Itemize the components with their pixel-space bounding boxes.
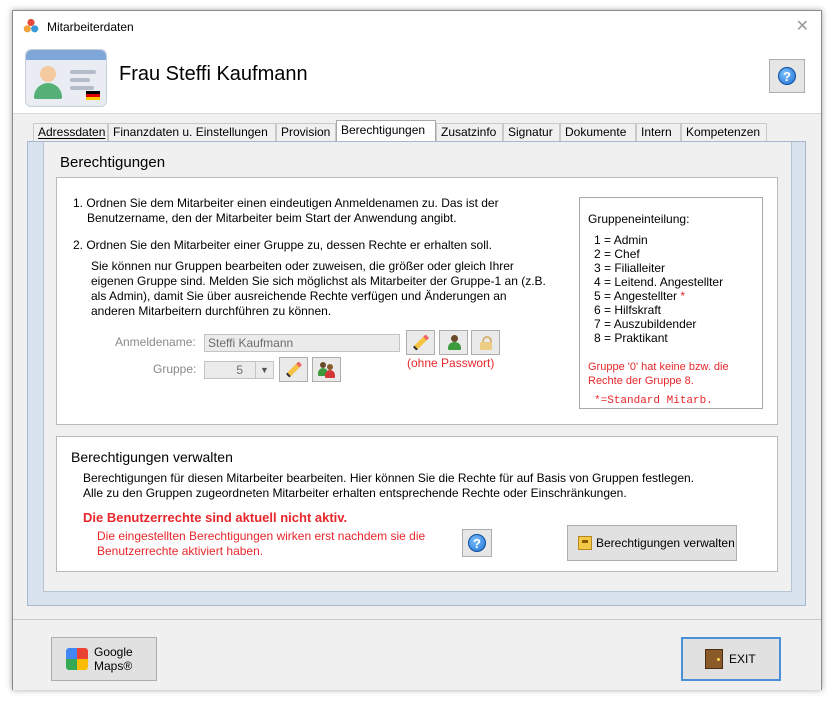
help-icon: ? [468,534,486,552]
tab-intern[interactable]: Intern [636,123,681,141]
note-line-1: Sie können nur Gruppen bearbeiten oder z… [91,259,514,273]
google-maps-button[interactable]: Google Maps® [51,637,157,681]
id-card-icon [25,49,107,107]
manage-title: Berechtigungen verwalten [71,449,233,465]
legend-item-3: 3 = Filialleiter [594,261,666,275]
title-bar: Mitarbeiterdaten ✕ [13,11,821,41]
legend-note-line1: Gruppe '0' hat keine bzw. die [588,361,729,373]
app-icon [23,18,39,33]
password-lock-button[interactable] [471,330,500,355]
close-icon[interactable]: ✕ [796,16,809,36]
rights-inactive-warning: Die Benutzerrechte sind aktuell nicht ak… [83,510,348,525]
legend-title: Gruppeneinteilung: [588,212,690,226]
german-flag-icon [86,91,100,100]
manage-permissions-button[interactable]: Berechtigungen verwalten [567,525,737,561]
tab-dokumente[interactable]: Dokumente [560,123,636,141]
legend-note-line2: Rechte der Gruppe 8. [588,375,694,387]
group-select-value: 5 [236,363,243,377]
pencil-icon [412,334,429,351]
login-name-input[interactable]: Steffi Kaufmann [204,334,400,352]
group-label: Gruppe: [153,362,197,376]
group-legend: Gruppeneinteilung: 1 = Admin 2 = Chef 3 … [579,197,763,409]
legend-item-2: 2 = Chef [594,247,640,261]
group-users-button[interactable] [312,357,341,382]
legend-item-7: 7 = Auszubildender [594,317,697,331]
legend-item-4: 4 = Leitend. Angestellter [594,275,724,289]
legend-item-8: 8 = Praktikant [594,331,668,345]
users-group-icon [317,361,336,378]
manage-permissions-group: Berechtigungen verwalten Berechtigungen … [56,436,778,572]
legend-item-5: 5 = Angestellter * [594,289,686,303]
tab-finanzdaten[interactable]: Finanzdaten u. Einstellungen [108,123,276,141]
legend-item-6: 6 = Hilfskraft [594,303,662,317]
warning-detail-line1: Die eingestellten Berechtigungen wirken … [97,529,426,543]
step2-text: 2. Ordnen Sie den Mitarbeiter einer Grup… [73,238,492,252]
google-maps-label-line2: Maps® [94,659,133,673]
edit-group-button[interactable] [279,357,308,382]
employee-name: Frau Steffi Kaufmann [119,63,308,85]
tab-zusatzinfo[interactable]: Zusatzinfo [436,123,503,141]
no-password-label: (ohne Passwort) [407,356,495,370]
exit-button[interactable]: EXIT [681,637,781,681]
exit-label: EXIT [729,652,756,666]
google-maps-icon [66,648,88,670]
window-title: Mitarbeiterdaten [47,20,134,34]
legend-item-1: 1 = Admin [594,233,648,247]
help-icon: ? [778,67,796,85]
tab-berechtigungen[interactable]: Berechtigungen [336,120,436,141]
employee-data-window: Mitarbeiterdaten ✕ Frau Steffi Kaufmann … [12,10,822,690]
user-icon [446,334,462,351]
login-label: Anmeldename: [115,335,196,349]
permissions-group: 1. Ordnen Sie dem Mitarbeiter einen eind… [56,177,778,425]
pencil-icon [285,361,302,378]
permissions-title: Berechtigungen [60,154,166,171]
note-line-2: eigenen Gruppe sind. Melden Sie sich mög… [91,274,546,288]
chevron-down-icon[interactable]: ▼ [255,362,273,378]
tab-adressdaten[interactable]: Adressdaten [33,123,108,141]
manage-help-button[interactable]: ? [462,529,492,557]
exit-door-icon [705,649,723,669]
warning-detail-line2: Benutzerrechte aktiviert haben. [97,544,264,558]
employee-header: Frau Steffi Kaufmann ? [13,41,821,114]
google-maps-label-line1: Google [94,645,133,659]
tab-kompetenzen[interactable]: Kompetenzen [681,123,767,141]
lock-icon [479,335,493,350]
manage-permissions-label: Berechtigungen verwalten [596,536,735,550]
step1-text-line1: 1. Ordnen Sie dem Mitarbeiter einen eind… [73,196,499,210]
edit-login-button[interactable] [406,330,435,355]
tab-signatur[interactable]: Signatur [503,123,560,141]
user-login-button[interactable] [439,330,468,355]
legend-standard-note: *=Standard Mitarb. [594,395,713,407]
key-icon [578,536,592,550]
note-line-4: anderen Mitarbeitern durchführen zu könn… [91,304,332,318]
tab-provision[interactable]: Provision [276,123,336,141]
step1-text-line2: Benutzername, den der Mitarbeiter beim S… [87,211,457,225]
manage-desc-line1: Berechtigungen für diesen Mitarbeiter be… [83,471,695,485]
permissions-panel: Berechtigungen 1. Ordnen Sie dem Mitarbe… [43,142,792,592]
group-select[interactable]: 5 ▼ [204,361,274,379]
manage-desc-line2: Alle zu den Gruppen zugeordneten Mitarbe… [83,486,627,500]
header-help-button[interactable]: ? [769,59,805,93]
note-line-3: als Admin), damit Sie über ausreichende … [91,289,507,303]
footer-bar: Google Maps® EXIT [13,619,821,690]
